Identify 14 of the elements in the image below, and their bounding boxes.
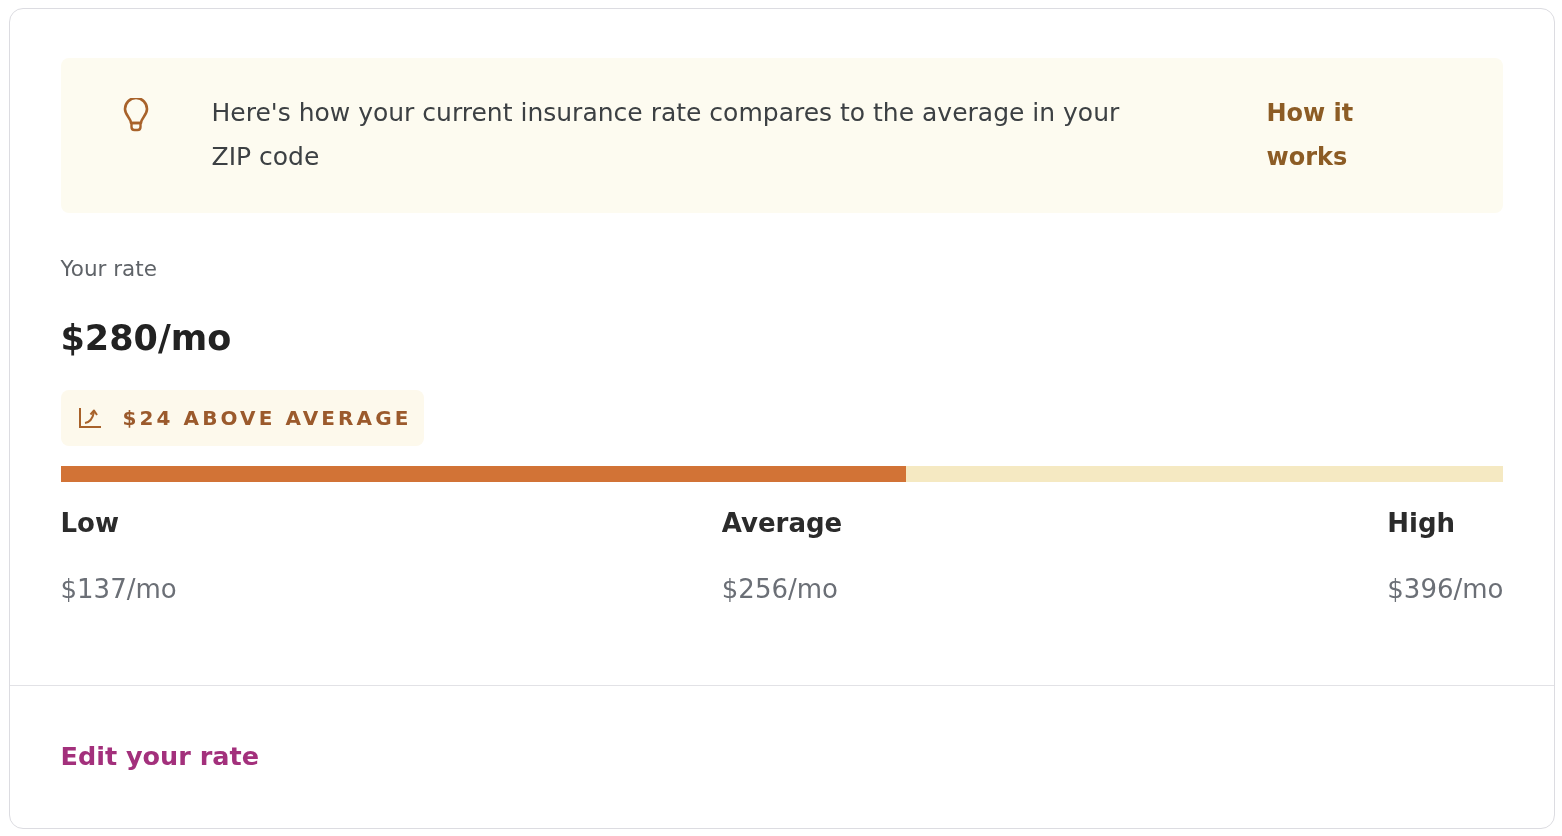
how-it-works-link[interactable]: How it works xyxy=(1266,91,1385,179)
scale-value: $137/mo xyxy=(60,574,177,605)
rising-chart-icon xyxy=(77,407,102,429)
rate-label: Your rate xyxy=(60,255,158,283)
rate-amount: $280/mo xyxy=(60,317,233,359)
scale-label: Low xyxy=(60,507,120,540)
edit-rate-link[interactable]: Edit your rate xyxy=(60,741,259,771)
scale-label: Average xyxy=(721,507,843,540)
scale-value: $396/mo xyxy=(1387,574,1504,605)
lightbulb-icon xyxy=(121,98,150,132)
scale-value: $256/mo xyxy=(721,574,839,605)
comparison-text: $24 ABOVE AVERAGE xyxy=(122,406,412,430)
scale-label: High xyxy=(1387,507,1457,540)
banner-message: Here's how your current insurance rate compares to the average in your ZIP code xyxy=(211,97,1121,173)
